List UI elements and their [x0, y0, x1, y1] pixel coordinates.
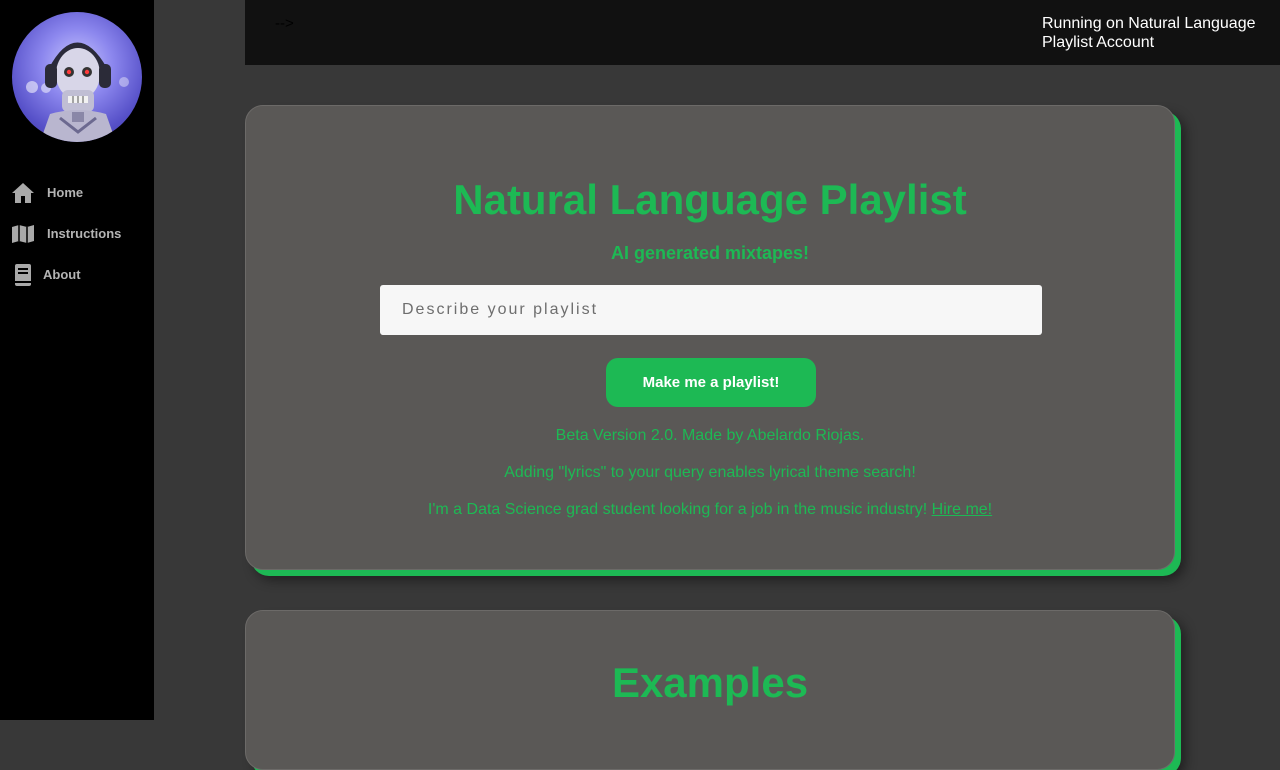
version-info-text: Beta Version 2.0. Made by Abelardo Rioja… — [555, 427, 865, 444]
sidebar-item-about[interactable]: About — [0, 254, 154, 295]
sidebar-item-instructions[interactable]: Instructions — [0, 213, 154, 254]
page-title: Natural Language Playlist — [453, 176, 967, 223]
sidebar-item-label: About — [43, 267, 81, 282]
account-status-text: Running on Natural Language Playlist Acc… — [1042, 15, 1256, 51]
top-bar: --> Running on Natural Language Playlist… — [245, 0, 1280, 65]
sidebar-item-label: Home — [47, 185, 84, 200]
stray-arrow-text: --> — [275, 15, 294, 32]
examples-card: Examples — [245, 610, 1175, 770]
examples-title: Examples — [611, 659, 809, 706]
lyrics-tip-text: Adding "lyrics" to your query enables ly… — [504, 464, 916, 481]
sidebar-item-label: Instructions — [47, 226, 122, 241]
book-icon — [11, 263, 35, 287]
robot-dj-avatar-image — [26, 42, 129, 142]
make-playlist-button[interactable]: Make me a playlist! — [606, 358, 816, 407]
playlist-description-input[interactable] — [380, 285, 1042, 335]
hire-me-text: I'm a Data Science grad student looking … — [427, 501, 928, 518]
page-subtitle: AI generated mixtapes! — [610, 243, 810, 263]
sidebar-item-home[interactable]: Home — [0, 172, 154, 213]
playlist-card: Natural Language Playlist AI generated m… — [245, 105, 1175, 570]
hire-me-link[interactable]: Hire me! — [932, 501, 992, 518]
map-icon — [11, 222, 35, 246]
home-icon — [11, 181, 35, 205]
sidebar-nav: Home Instructions About — [0, 172, 154, 295]
hire-me-paragraph: I'm a Data Science grad student looking … — [246, 501, 1174, 519]
sidebar: Home Instructions About — [0, 0, 154, 720]
avatar — [12, 12, 142, 142]
